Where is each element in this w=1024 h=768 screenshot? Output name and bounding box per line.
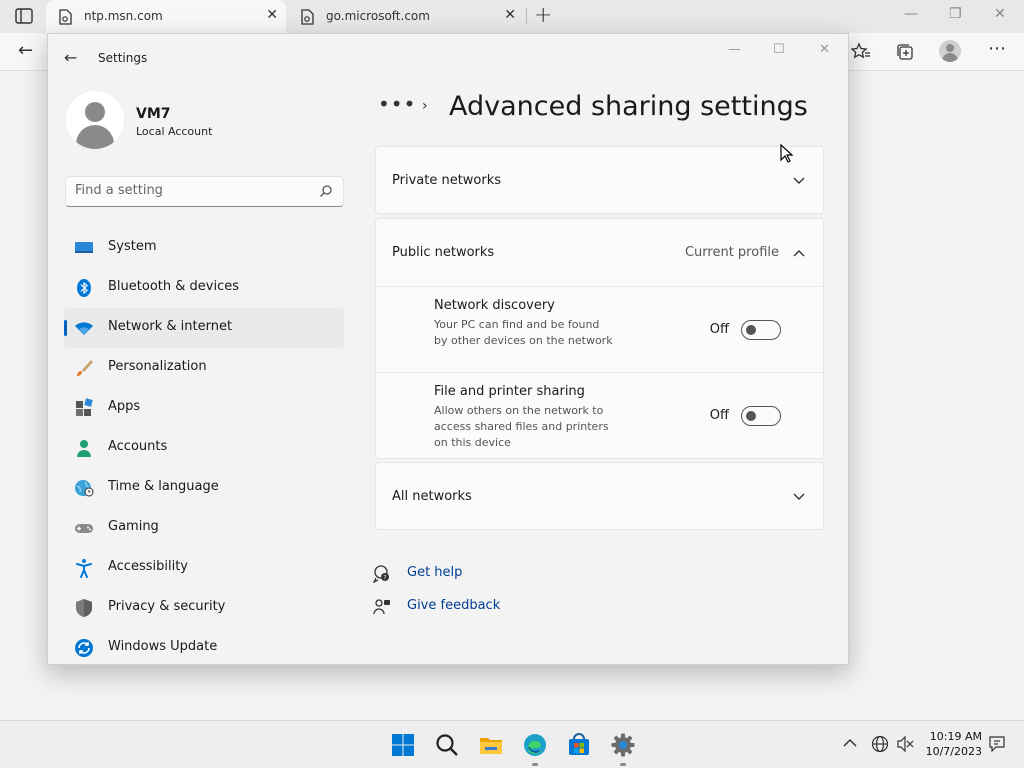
public-networks-section: Public networks Current profile Network … [375, 218, 825, 459]
search-input[interactable] [75, 183, 305, 198]
breadcrumb-chevron-icon: › [422, 98, 428, 114]
taskbar: 10:19 AM 10/7/2023 [0, 720, 1024, 768]
row-description: Your PC can find and be found by other d… [434, 318, 613, 347]
update-icon [75, 639, 93, 657]
network-discovery-row: Network discovery Your PC can find and b… [376, 286, 825, 372]
mouse-cursor-icon [780, 144, 794, 163]
user-avatar [66, 91, 124, 149]
file-explorer-icon[interactable] [479, 733, 503, 757]
nav-item-privacy[interactable]: Privacy & security [64, 588, 344, 628]
help-icon: ? [373, 565, 389, 583]
page-icon [301, 9, 314, 25]
clock-time: 10:19 AM [929, 730, 982, 743]
tab-divider [526, 8, 527, 24]
svg-text:?: ? [383, 575, 386, 582]
nav-item-windows-update[interactable]: Windows Update [64, 628, 344, 664]
settings-nav: System Bluetooth & devices Network & int… [64, 228, 344, 664]
nav-item-gaming[interactable]: Gaming [64, 508, 344, 548]
row-title: File and printer sharing [434, 384, 585, 399]
page-icon [59, 9, 72, 25]
nav-item-personalization[interactable]: Personalization [64, 348, 344, 388]
tab-title: go.microsoft.com [326, 9, 430, 23]
user-account-type: Local Account [136, 125, 213, 138]
edge-browser-icon[interactable] [523, 733, 547, 757]
store-icon[interactable] [567, 733, 591, 757]
settings-search[interactable] [65, 176, 344, 207]
current-profile-label: Current profile [684, 245, 779, 260]
browser-tab-bar: ntp.msn.com ✕ go.microsoft.com ✕ + — ❐ ✕ [0, 0, 1024, 33]
row-description: Allow others on the network to access sh… [434, 404, 609, 449]
page-title: Advanced sharing settings [449, 91, 808, 122]
back-arrow-icon[interactable]: ← [18, 40, 33, 61]
chevron-down-icon[interactable] [793, 177, 805, 185]
row-title: Network discovery [434, 298, 555, 313]
private-networks-section[interactable]: Private networks [375, 146, 824, 214]
nav-item-accessibility[interactable]: Accessibility [64, 548, 344, 588]
section-label: Public networks [392, 245, 495, 260]
person-icon [77, 440, 91, 457]
settings-close-icon[interactable]: ✕ [819, 42, 830, 57]
browser-tab-microsoft[interactable]: go.microsoft.com ✕ [288, 0, 524, 33]
network-discovery-toggle[interactable] [741, 320, 781, 340]
close-tab-icon[interactable]: ✕ [266, 7, 278, 23]
nav-item-apps[interactable]: Apps [64, 388, 344, 428]
section-label: Private networks [392, 173, 502, 188]
nav-item-network[interactable]: Network & internet [64, 308, 344, 348]
close-window-icon[interactable]: ✕ [994, 6, 1006, 22]
more-options-icon[interactable]: ⋯ [988, 38, 1006, 59]
network-globe-icon[interactable] [871, 735, 889, 753]
breadcrumb-more-button[interactable]: ••• [378, 92, 416, 116]
settings-title: Settings [98, 51, 148, 65]
clock-date: 10/7/2023 [925, 745, 982, 758]
nav-item-time-language[interactable]: Time & language [64, 468, 344, 508]
volume-muted-icon[interactable] [896, 735, 914, 753]
apps-icon [76, 398, 93, 416]
windows-start-icon[interactable] [391, 733, 415, 757]
section-label: All networks [392, 489, 472, 504]
globe-clock-icon [75, 480, 94, 497]
tab-title: ntp.msn.com [84, 9, 163, 23]
wifi-icon [75, 322, 93, 335]
settings-maximize-icon[interactable]: ☐ [773, 42, 785, 57]
all-networks-section[interactable]: All networks [375, 462, 824, 530]
chevron-up-icon[interactable] [793, 249, 805, 257]
bluetooth-icon [77, 279, 91, 297]
file-printer-sharing-toggle[interactable] [741, 406, 781, 426]
toggle-state-label: Off [709, 408, 729, 423]
chevron-up-icon[interactable] [843, 738, 857, 748]
restore-icon[interactable]: ❐ [949, 6, 962, 22]
settings-back-arrow-icon[interactable]: ← [64, 48, 77, 67]
settings-minimize-icon[interactable]: — [728, 42, 741, 57]
tab-actions-icon[interactable] [15, 8, 33, 24]
accessibility-icon [76, 559, 92, 578]
search-icon [320, 185, 332, 197]
favorites-icon[interactable] [851, 42, 871, 62]
user-name: VM7 [136, 106, 171, 122]
nav-item-system[interactable]: System [64, 228, 344, 268]
file-printer-sharing-row: File and printer sharing Allow others on… [376, 372, 825, 458]
chevron-down-icon[interactable] [793, 493, 805, 501]
gamepad-icon [75, 524, 93, 533]
browser-tab-msn[interactable]: ntp.msn.com ✕ [46, 0, 286, 33]
system-clock[interactable]: 10:19 AM 10/7/2023 [920, 729, 982, 759]
close-tab-icon[interactable]: ✕ [504, 7, 516, 23]
profile-avatar[interactable] [939, 40, 961, 62]
new-tab-button[interactable]: + [534, 3, 552, 28]
shield-icon [76, 599, 92, 617]
settings-gear-icon[interactable] [611, 733, 635, 757]
nav-item-accounts[interactable]: Accounts [64, 428, 344, 468]
feedback-icon [373, 599, 390, 615]
search-icon[interactable] [435, 733, 459, 757]
minimize-icon[interactable]: — [904, 6, 918, 22]
brush-icon [77, 360, 93, 376]
nav-item-bluetooth[interactable]: Bluetooth & devices [64, 268, 344, 308]
toggle-state-label: Off [709, 322, 729, 337]
notification-icon[interactable] [988, 735, 1006, 753]
monitor-icon [75, 242, 93, 253]
collections-icon[interactable] [895, 42, 915, 62]
settings-window: ← Settings — ☐ ✕ VM7 Local Account Syste… [47, 33, 849, 665]
